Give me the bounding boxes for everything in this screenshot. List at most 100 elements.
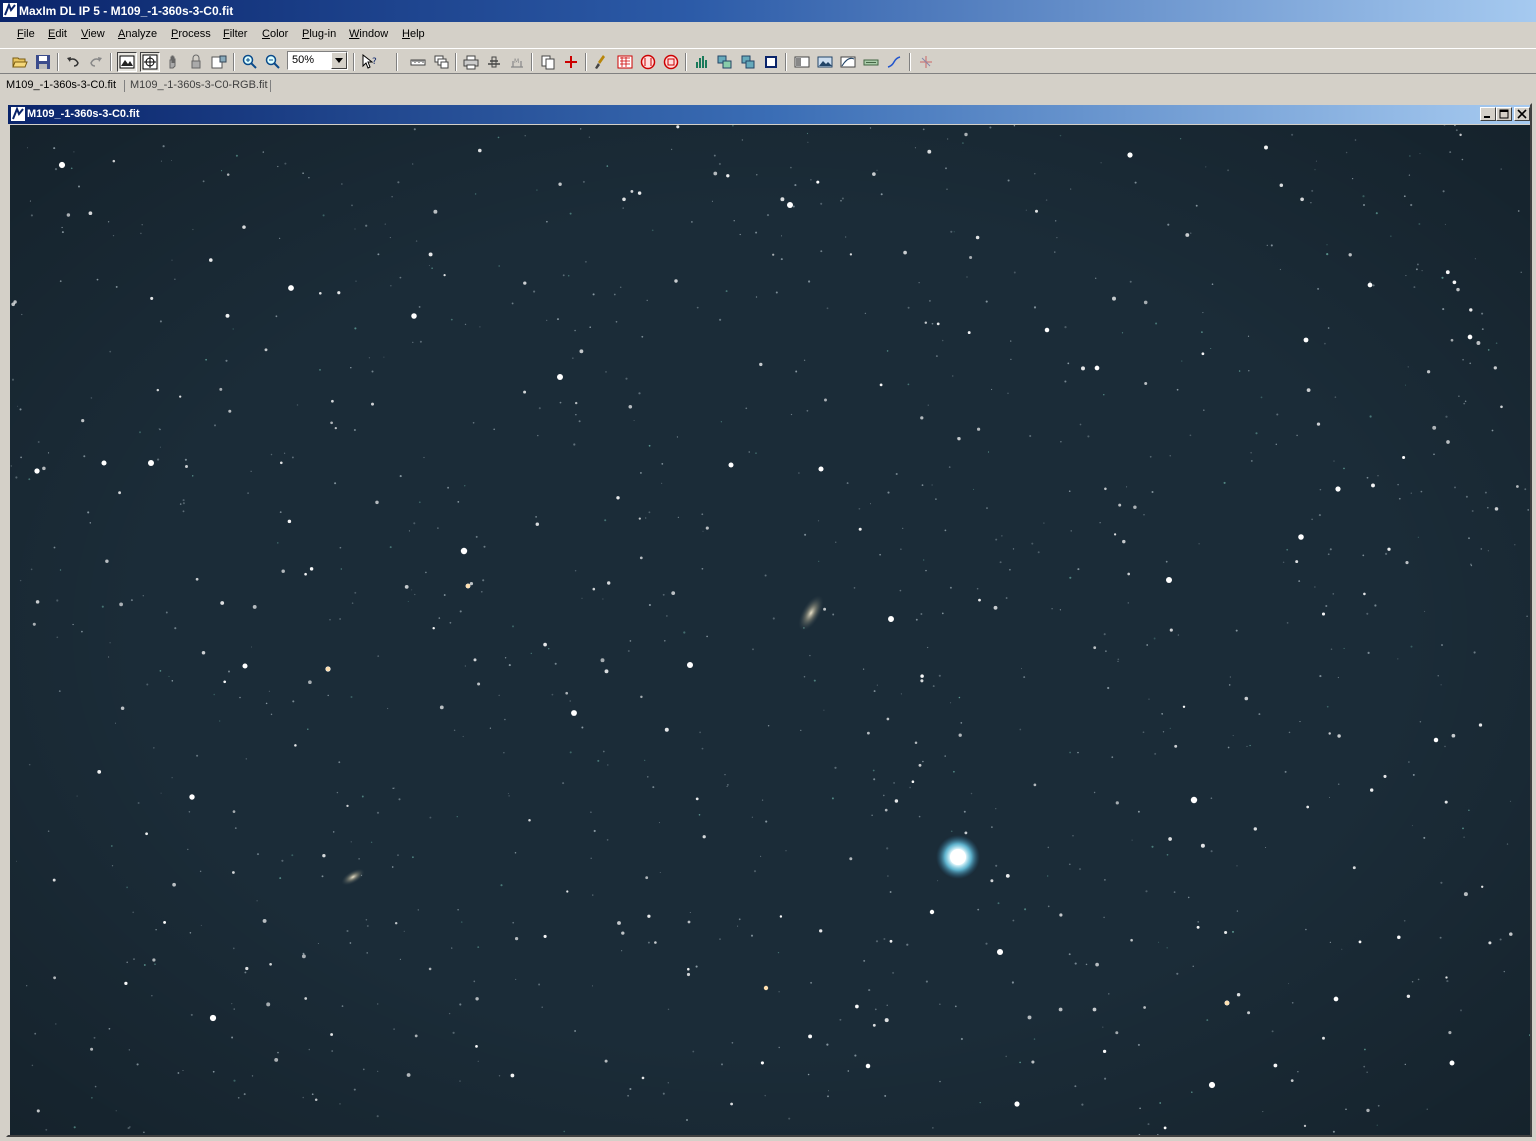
filter-icon[interactable] — [615, 52, 635, 72]
star — [1265, 847, 1267, 848]
star — [1044, 327, 1050, 333]
info-icon[interactable] — [861, 52, 881, 72]
menu-file[interactable]: File — [17, 28, 35, 40]
star — [443, 273, 446, 277]
star — [648, 511, 651, 514]
menu-color[interactable]: Color — [262, 28, 288, 40]
maximize-button[interactable] — [1496, 107, 1512, 121]
menu-process[interactable]: Process — [171, 28, 211, 40]
color-icon[interactable] — [638, 52, 658, 72]
star — [232, 328, 234, 330]
measure-icon[interactable]: M — [507, 52, 527, 72]
crosshair-plus-icon[interactable] — [561, 52, 581, 72]
star — [1366, 1108, 1370, 1113]
star — [1337, 783, 1340, 785]
star — [755, 296, 758, 298]
chevron-down-icon[interactable] — [331, 52, 347, 69]
star — [1514, 544, 1516, 546]
curve-line-icon[interactable] — [884, 52, 904, 72]
star — [1516, 485, 1519, 488]
redo-icon[interactable] — [86, 52, 106, 72]
print-icon[interactable] — [461, 52, 481, 72]
star — [338, 761, 341, 764]
star — [1370, 788, 1374, 792]
star — [764, 574, 767, 577]
star — [946, 188, 948, 190]
menu-analyze[interactable]: Analyze — [118, 28, 157, 40]
menu-help[interactable]: Help — [402, 28, 425, 40]
star — [883, 794, 885, 797]
menu-filter[interactable]: Filter — [223, 28, 247, 40]
star — [1440, 881, 1443, 884]
star — [1314, 586, 1316, 588]
histogram-icon[interactable] — [692, 52, 712, 72]
star — [262, 151, 265, 153]
image-window-titlebar[interactable]: M109_-1-360s-3-C0.fit — [8, 105, 1530, 124]
star — [1248, 370, 1250, 372]
minimize-button[interactable] — [1480, 107, 1496, 121]
star — [1421, 269, 1423, 272]
star — [209, 1014, 217, 1022]
help-pointer-icon[interactable]: ? — [360, 52, 380, 72]
menu-edit[interactable]: Edit — [48, 28, 67, 40]
layers-icon[interactable] — [431, 52, 451, 72]
hand-icon[interactable] — [163, 52, 183, 72]
menu-view[interactable]: View — [81, 28, 105, 40]
align-icon[interactable] — [715, 52, 735, 72]
crosshair-icon[interactable] — [140, 52, 160, 72]
star — [1334, 396, 1337, 398]
ruler-icon[interactable] — [408, 52, 428, 72]
star — [340, 568, 342, 570]
star — [581, 597, 583, 599]
add-icon[interactable] — [916, 52, 936, 72]
zoom-out-icon[interactable] — [263, 52, 283, 72]
settings-icon[interactable] — [209, 52, 229, 72]
menu-window[interactable]: Window — [349, 28, 388, 40]
star — [1249, 744, 1251, 747]
star — [914, 147, 916, 149]
undo-icon[interactable] — [63, 52, 83, 72]
star — [15, 860, 18, 862]
star — [337, 291, 341, 295]
star — [90, 1047, 94, 1051]
star — [711, 200, 713, 202]
screen-stretch-icon[interactable] — [117, 52, 137, 72]
lock-icon[interactable] — [186, 52, 206, 72]
curve-icon[interactable] — [838, 52, 858, 72]
star — [947, 138, 949, 140]
star — [929, 909, 935, 915]
copy-icon[interactable] — [538, 52, 558, 72]
app-titlebar[interactable]: MaxIm DL IP 5 - M109_-1-360s-3-C0.fit — [0, 0, 1536, 22]
star — [339, 618, 341, 620]
screen-icon[interactable] — [792, 52, 812, 72]
zoom-in-icon[interactable] — [240, 52, 260, 72]
star — [964, 831, 968, 835]
star — [1298, 580, 1301, 583]
star — [1442, 308, 1445, 311]
star — [780, 258, 783, 261]
frame-icon[interactable] — [761, 52, 781, 72]
menu-plugin[interactable]: Plug-in — [302, 28, 336, 40]
star — [17, 405, 19, 407]
star-field-image[interactable] — [10, 125, 1530, 1135]
star — [1134, 181, 1137, 184]
tab-document-rgb[interactable]: M109_-1-360s-3-C0-RGB.fit — [130, 79, 268, 91]
stack-icon[interactable] — [738, 52, 758, 72]
star — [713, 154, 716, 157]
brush-icon[interactable] — [592, 52, 612, 72]
close-button[interactable] — [1514, 107, 1530, 121]
tools-icon[interactable] — [484, 52, 504, 72]
star — [977, 427, 981, 431]
star — [439, 705, 444, 710]
star — [1377, 1104, 1380, 1107]
open-icon[interactable] — [10, 52, 30, 72]
star — [341, 1005, 344, 1007]
star — [879, 383, 883, 387]
zoom-select[interactable]: 50% — [287, 51, 348, 70]
star — [78, 185, 80, 188]
star — [584, 260, 587, 263]
remove-icon[interactable] — [661, 52, 681, 72]
image-icon[interactable] — [815, 52, 835, 72]
tab-document-active[interactable]: M109_-1-360s-3-C0.fit — [6, 79, 116, 91]
save-icon[interactable] — [33, 52, 53, 72]
